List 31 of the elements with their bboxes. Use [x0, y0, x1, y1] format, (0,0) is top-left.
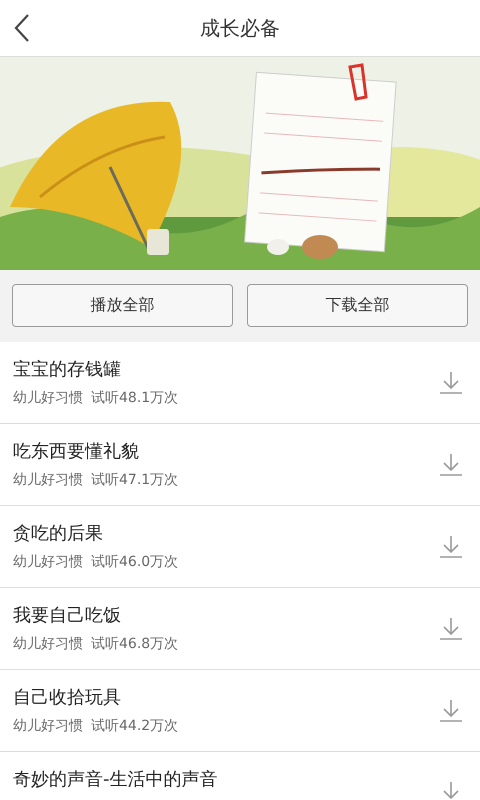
download-icon[interactable]	[439, 534, 463, 558]
track-category: 幼儿好习惯	[13, 635, 83, 653]
track-category: 幼儿好习惯	[13, 553, 83, 571]
download-icon[interactable]	[439, 370, 463, 394]
track-row[interactable]: 贪吃的后果 幼儿好习惯 试听46.0万次	[0, 506, 480, 588]
track-title: 奇妙的声音-生活中的声音	[13, 768, 218, 791]
play-count: 试听44.2万次	[91, 717, 178, 735]
track-title: 贪吃的后果	[13, 522, 104, 545]
track-title: 吃东西要懂礼貌	[13, 440, 140, 463]
track-row[interactable]: 吃东西要懂礼貌 幼儿好习惯 试听47.1万次	[0, 424, 480, 506]
action-button[interactable]: 下载全部	[247, 284, 468, 327]
action-button[interactable]: 播放全部	[12, 284, 233, 327]
track-row[interactable]: 自己收拾玩具 幼儿好习惯 试听44.2万次	[0, 670, 480, 752]
track-category: 幼儿好习惯	[13, 389, 83, 407]
play-count: 试听47.1万次	[91, 471, 178, 489]
track-row[interactable]: 我要自己吃饭 幼儿好习惯 试听46.8万次	[0, 588, 480, 670]
track-category: 幼儿好习惯	[13, 471, 83, 489]
track-category: 幼儿好习惯	[13, 717, 83, 735]
track-row[interactable]: 宝宝的存钱罐 幼儿好习惯 试听48.1万次	[0, 342, 480, 424]
back-icon[interactable]	[14, 13, 30, 43]
play-count: 试听48.1万次	[91, 389, 178, 407]
track-title: 自己收拾玩具	[13, 686, 122, 709]
track-title: 宝宝的存钱罐	[13, 358, 122, 381]
track-row[interactable]: 奇妙的声音-生活中的声音	[0, 752, 480, 800]
download-icon[interactable]	[439, 698, 463, 722]
page-title: 成长必备	[200, 14, 280, 42]
track-title: 我要自己吃饭	[13, 604, 122, 627]
download-icon[interactable]	[439, 616, 463, 640]
play-count: 试听46.8万次	[91, 635, 178, 653]
play-count: 试听46.0万次	[91, 553, 178, 571]
download-icon[interactable]	[439, 452, 463, 476]
